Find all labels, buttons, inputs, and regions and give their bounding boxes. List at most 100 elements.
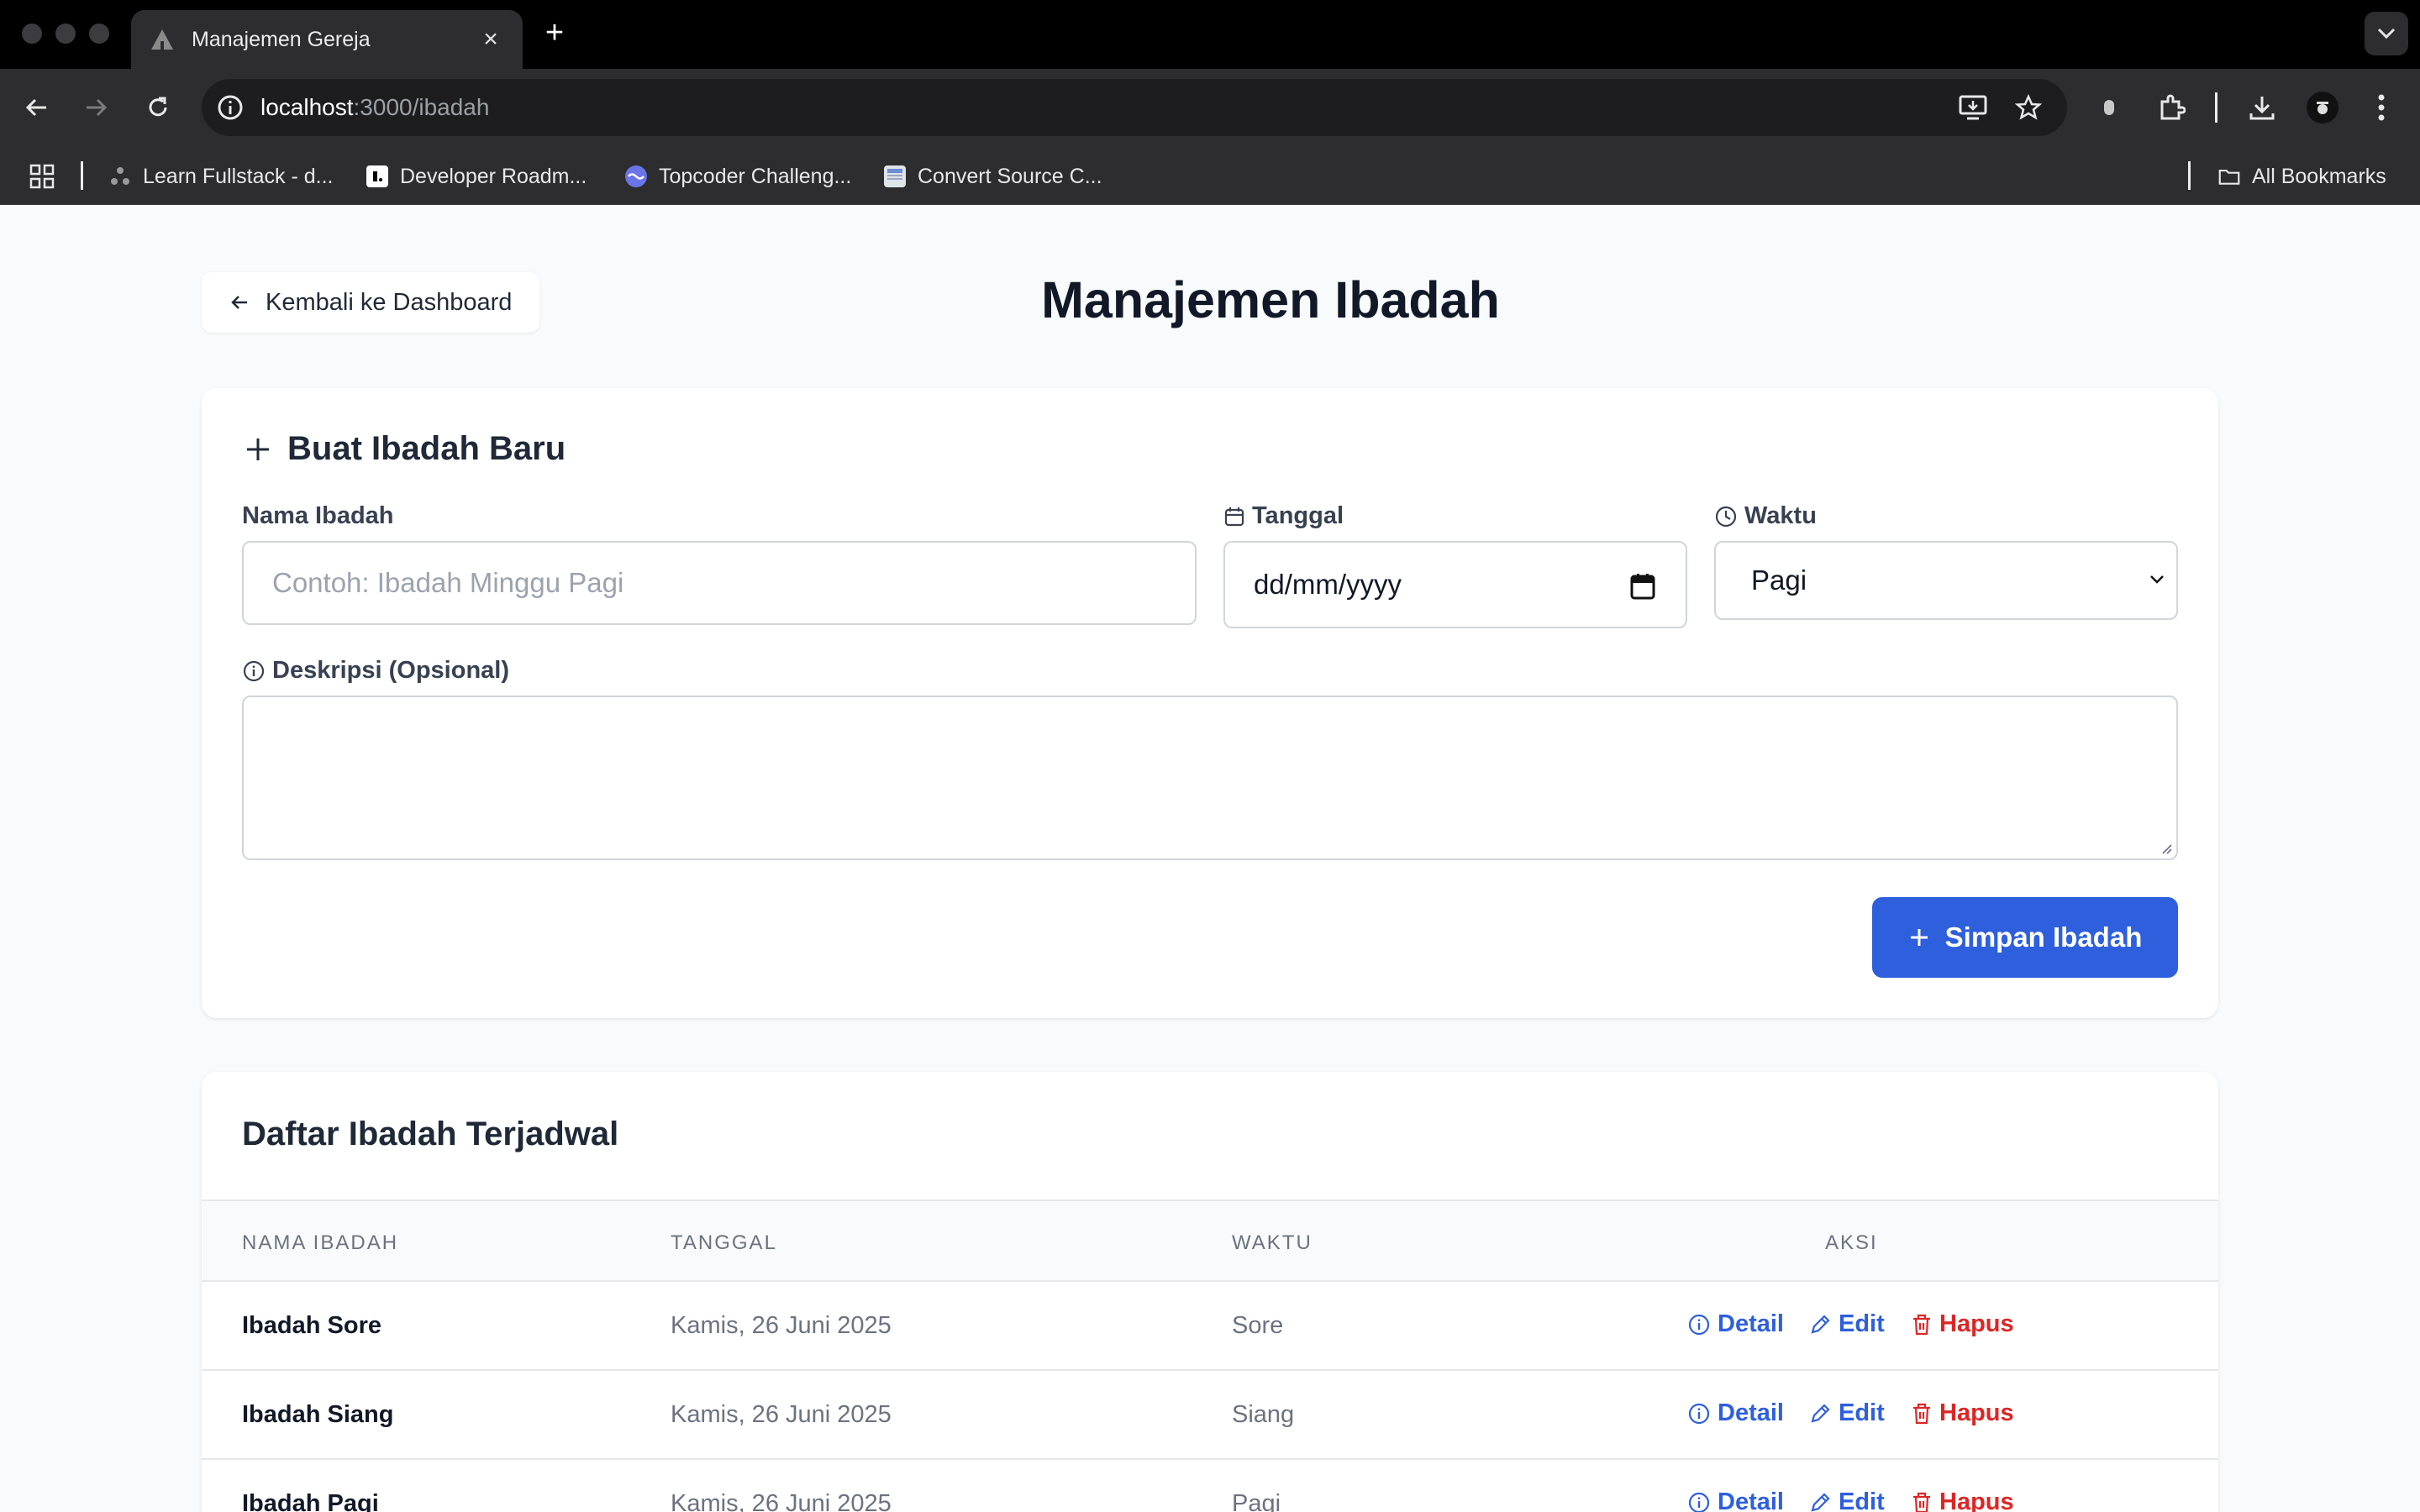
window-close-dot[interactable]: [22, 24, 42, 44]
install-app-icon[interactable]: [1951, 86, 1995, 129]
ibadah-name-cell: Ibadah Siang: [242, 1401, 394, 1428]
plus-icon: [1910, 929, 1928, 946]
profile-avatar[interactable]: [2301, 86, 2344, 129]
roadmap-favicon-icon: [366, 165, 388, 187]
name-input[interactable]: Contoh: Ibadah Minggu Pagi: [242, 541, 1197, 625]
ibadah-date-cell: Kamis, 26 Juni 2025: [671, 1490, 892, 1512]
delete-label: Hapus: [1939, 1488, 2014, 1512]
edit-label: Edit: [1839, 1399, 1885, 1426]
scheduled-ibadah-card: Daftar Ibadah Terjadwal NAMA IBADAH TANG…: [202, 1072, 2218, 1512]
url-text: localhost:3000/ibadah: [260, 94, 489, 121]
detail-label: Detail: [1718, 1488, 1784, 1512]
bookmark-label: Convert Source C...: [918, 164, 1102, 188]
bookmark-star-icon[interactable]: [2007, 86, 2050, 129]
detail-label: Detail: [1718, 1310, 1784, 1337]
edit-button[interactable]: Edit: [1808, 1399, 1885, 1427]
url-path: :3000/ibadah: [353, 94, 490, 120]
detail-button[interactable]: Detail: [1687, 1488, 1784, 1512]
back-arrow-icon[interactable]: [15, 86, 59, 129]
description-textarea[interactable]: [242, 696, 2178, 860]
bookmark-item[interactable]: Convert Source C...: [884, 160, 1102, 193]
delete-button[interactable]: Hapus: [1911, 1488, 2014, 1512]
delete-button[interactable]: Hapus: [1911, 1399, 2014, 1427]
column-header-date: TANGGAL: [671, 1231, 777, 1254]
column-header-actions: AKSI: [1825, 1231, 1878, 1254]
topcoder-favicon-icon: [625, 165, 647, 187]
time-select[interactable]: Pagi: [1714, 541, 2178, 620]
table-row: Ibadah Siang Kamis, 26 Juni 2025 Siang Deta…: [202, 1371, 2218, 1460]
browser-tab-active[interactable]: Manajemen Gereja ×: [131, 10, 523, 69]
browser-menu-kebab-icon[interactable]: [2360, 86, 2403, 129]
convert-source-favicon-icon: [884, 165, 906, 187]
info-icon: [1688, 1403, 1710, 1424]
bookmarks-bar: Learn Fullstack - d... Developer Roadm..…: [0, 146, 2420, 205]
ibadah-name-cell: Ibadah Sore: [242, 1312, 381, 1339]
browser-toolbar: localhost:3000/ibadah: [0, 69, 2420, 146]
description-label: Deskripsi (Opsional): [242, 657, 509, 685]
ibadah-time-cell: Pagi: [1232, 1490, 1281, 1512]
time-label-text: Waktu: [1744, 502, 1817, 529]
folder-icon: [2218, 165, 2240, 187]
save-button-label: Simpan Ibadah: [1944, 921, 2143, 953]
reload-icon[interactable]: [136, 86, 180, 129]
detail-button[interactable]: Detail: [1687, 1310, 1784, 1338]
bookmarks-divider: [2188, 161, 2191, 190]
window-minimize-dot[interactable]: [55, 24, 76, 44]
bookmark-item[interactable]: Learn Fullstack - d...: [109, 160, 333, 193]
calendar-picker-icon[interactable]: [1630, 573, 1655, 600]
bookmark-item[interactable]: Developer Roadm...: [366, 160, 587, 193]
ibadah-time-cell: Sore: [1232, 1312, 1284, 1339]
edit-label: Edit: [1839, 1310, 1885, 1337]
save-ibadah-button[interactable]: Simpan Ibadah: [1872, 897, 2178, 978]
bookmark-label: Topcoder Challeng...: [659, 164, 852, 188]
date-input[interactable]: dd/mm/yyyy: [1223, 541, 1687, 628]
extensions-puzzle-icon[interactable]: [2149, 86, 2193, 129]
window-zoom-dot[interactable]: [89, 24, 109, 44]
edit-button[interactable]: Edit: [1808, 1310, 1885, 1338]
pencil-icon: [1811, 1403, 1830, 1423]
tab-close-icon[interactable]: ×: [477, 25, 504, 54]
trash-icon: [1913, 1403, 1930, 1424]
tab-title: Manajemen Gereja: [192, 27, 371, 51]
address-bar[interactable]: localhost:3000/ibadah: [202, 79, 2067, 136]
ibadah-date-cell: Kamis, 26 Juni 2025: [671, 1401, 892, 1428]
delete-button[interactable]: Hapus: [1911, 1310, 2014, 1338]
date-input-value: dd/mm/yyyy: [1254, 569, 1402, 600]
new-tab-button[interactable]: +: [538, 17, 571, 50]
create-ibadah-card: Buat Ibadah Baru Nama Ibadah Contoh: Iba…: [202, 388, 2218, 1018]
page-title: Manajemen Ibadah: [1041, 271, 1500, 328]
extension-mouse-icon[interactable]: [2087, 86, 2131, 129]
bookmark-item[interactable]: Topcoder Challeng...: [625, 160, 851, 193]
bookmark-label: Developer Roadm...: [400, 164, 587, 188]
apps-grid-icon[interactable]: [29, 160, 55, 193]
form-title: Buat Ibadah Baru: [244, 430, 566, 468]
learn-fullstack-favicon-icon: [109, 165, 131, 187]
date-label-text: Tanggal: [1252, 502, 1344, 529]
pencil-icon: [1811, 1492, 1830, 1512]
table-row: Ibadah Sore Kamis, 26 Juni 2025 Sore Detail…: [202, 1282, 2218, 1371]
all-bookmarks-button[interactable]: All Bookmarks: [2218, 160, 2386, 193]
clock-icon: [1715, 506, 1737, 527]
downloads-icon[interactable]: [2240, 86, 2284, 129]
chevron-down-icon: [2150, 575, 2164, 584]
name-label: Nama Ibadah: [242, 502, 394, 529]
ibadah-time-cell: Siang: [1232, 1401, 1295, 1428]
trash-icon: [1913, 1314, 1930, 1335]
detail-button[interactable]: Detail: [1687, 1399, 1784, 1427]
time-label: Waktu: [1714, 502, 1817, 530]
site-info-icon[interactable]: [213, 91, 247, 124]
edit-label: Edit: [1839, 1488, 1885, 1512]
edit-button[interactable]: Edit: [1808, 1488, 1885, 1512]
info-icon: [1688, 1314, 1710, 1335]
resize-handle-icon[interactable]: [2160, 842, 2173, 855]
date-label: Tanggal: [1223, 502, 1344, 530]
detail-label: Detail: [1718, 1399, 1784, 1426]
calendar-icon: [1224, 507, 1244, 526]
info-icon: [1688, 1492, 1710, 1512]
forward-arrow-icon[interactable]: [74, 86, 118, 129]
pencil-icon: [1811, 1314, 1830, 1334]
url-host: localhost: [260, 94, 354, 120]
all-bookmarks-label: All Bookmarks: [2252, 164, 2386, 188]
info-icon: [243, 660, 265, 681]
tab-search-chevron-icon[interactable]: [2365, 12, 2408, 55]
